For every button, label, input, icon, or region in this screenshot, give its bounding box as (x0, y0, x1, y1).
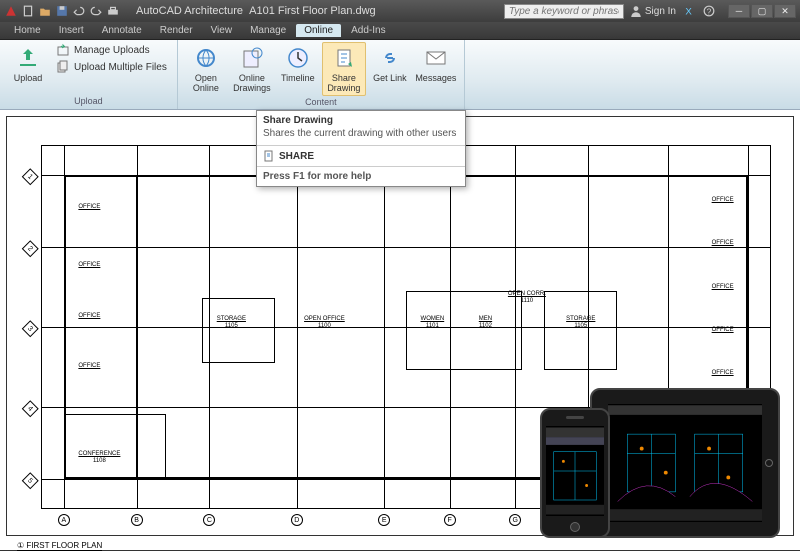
room-label-corr: OPEN CORR.1110 (508, 291, 546, 305)
get-link-icon (377, 45, 403, 71)
room-label-storage: STORAGE1105 (217, 316, 246, 330)
svg-text:?: ? (707, 7, 712, 17)
tablet-home-button (765, 459, 773, 467)
ribbon-group-content: Open Online Online Drawings Timeline Sha… (178, 40, 465, 109)
open-online-button[interactable]: Open Online (184, 42, 228, 96)
room-label-office: OFFICE (78, 262, 100, 269)
row-bubble: 4 (22, 400, 39, 417)
room-label-office: OFFICE (712, 240, 734, 247)
ribbon: Upload Manage Uploads Upload Multiple Fi… (0, 40, 800, 110)
minimize-button[interactable]: ─ (728, 4, 750, 18)
room-label-office: OFFICE (78, 313, 100, 320)
room-label-office: OFFICE (712, 327, 734, 334)
manage-uploads-icon (56, 43, 70, 57)
col-bubble: C (203, 514, 215, 526)
col-bubble: E (378, 514, 390, 526)
upload-multiple-button[interactable]: Upload Multiple Files (52, 59, 171, 75)
upload-button[interactable]: Upload (6, 42, 50, 86)
tab-view[interactable]: View (203, 24, 241, 37)
save-icon[interactable] (55, 4, 69, 18)
col-bubble: F (444, 514, 456, 526)
exchange-icon[interactable]: X (682, 4, 696, 18)
app-title: AutoCAD Architecture A101 First Floor Pl… (136, 5, 376, 17)
manage-uploads-button[interactable]: Manage Uploads (52, 42, 171, 58)
room-label-open-office: OPEN OFFICE1100 (304, 316, 345, 330)
upload-icon (15, 45, 41, 71)
col-bubble: A (58, 514, 70, 526)
signin-button[interactable]: Sign In (630, 5, 676, 17)
app-menu-icon[interactable] (4, 4, 18, 18)
group-label-upload: Upload (6, 95, 171, 107)
messages-button[interactable]: Messages (414, 42, 458, 86)
tab-insert[interactable]: Insert (51, 24, 92, 37)
tab-home[interactable]: Home (6, 24, 49, 37)
row-bubble: 2 (22, 241, 39, 258)
col-bubble: G (509, 514, 521, 526)
print-icon[interactable] (106, 4, 120, 18)
phone-home-button (570, 522, 580, 532)
tab-addins[interactable]: Add-Ins (343, 24, 393, 37)
room-label-office: OFFICE (78, 363, 100, 370)
search-input[interactable] (504, 4, 624, 19)
tab-online[interactable]: Online (296, 24, 341, 37)
room-label-office: OFFICE (712, 284, 734, 291)
tab-manage[interactable]: Manage (242, 24, 294, 37)
phone-speaker (566, 416, 584, 419)
get-link-button[interactable]: Get Link (368, 42, 412, 86)
room-label-conference: CONFERENCE1108 (78, 451, 120, 465)
group-label-content: Content (184, 96, 458, 108)
row-bubble: 5 (22, 472, 39, 489)
ribbon-tabs: Home Insert Annotate Render View Manage … (0, 22, 800, 40)
messages-icon (423, 45, 449, 71)
room-label-office: OFFICE (78, 204, 100, 211)
tooltip-title: Share Drawing (257, 111, 465, 128)
tab-annotate[interactable]: Annotate (94, 24, 150, 37)
share-drawing-button[interactable]: Share Drawing (322, 42, 366, 96)
upload-multiple-icon (56, 60, 70, 74)
row-bubble: 1 (22, 168, 39, 185)
online-drawings-button[interactable]: Online Drawings (230, 42, 274, 96)
new-icon[interactable] (21, 4, 35, 18)
timeline-button[interactable]: Timeline (276, 42, 320, 86)
help-icon[interactable]: ? (702, 4, 716, 18)
redo-icon[interactable] (89, 4, 103, 18)
tooltip-share: SHARE (257, 146, 465, 166)
tablet-device (590, 388, 780, 538)
tab-render[interactable]: Render (152, 24, 201, 37)
close-button[interactable]: ✕ (774, 4, 796, 18)
svg-text:X: X (685, 7, 692, 17)
room-label-office: OFFICE (712, 197, 734, 204)
share-drawing-tooltip: Share Drawing Shares the current drawing… (256, 110, 466, 187)
maximize-button[interactable]: ▢ (751, 4, 773, 18)
room-label-women: WOMEN1101 (421, 316, 445, 330)
col-bubble: D (291, 514, 303, 526)
tooltip-desc: Shares the current drawing with other us… (257, 128, 465, 145)
room-label-storage2: STORAGE1105 (566, 316, 595, 330)
tablet-screen (608, 404, 762, 522)
online-drawings-icon (239, 45, 265, 71)
open-online-icon (193, 45, 219, 71)
row-bubble: 3 (22, 320, 39, 337)
ribbon-group-upload: Upload Manage Uploads Upload Multiple Fi… (0, 40, 178, 109)
tooltip-f1: Press F1 for more help (257, 167, 465, 186)
timeline-icon (285, 45, 311, 71)
phone-device (540, 408, 610, 538)
col-bubble: B (131, 514, 143, 526)
titlebar: AutoCAD Architecture A101 First Floor Pl… (0, 0, 800, 22)
quick-access-toolbar (4, 4, 120, 18)
phone-screen (546, 426, 604, 516)
room-label-men: MEN1102 (479, 316, 492, 330)
share-drawing-icon (331, 45, 357, 71)
open-icon[interactable] (38, 4, 52, 18)
undo-icon[interactable] (72, 4, 86, 18)
room-label-office: OFFICE (712, 370, 734, 377)
